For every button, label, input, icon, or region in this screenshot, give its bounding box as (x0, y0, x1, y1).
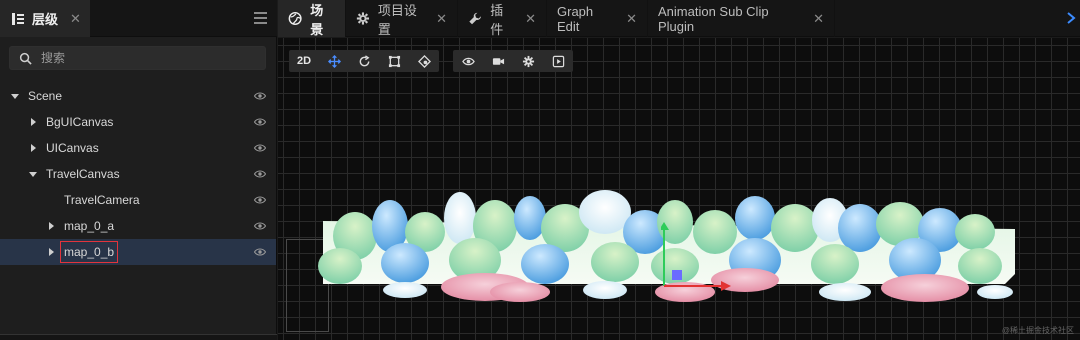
expand-arrow-right-icon[interactable] (28, 117, 38, 127)
search-input[interactable] (41, 51, 241, 65)
close-icon[interactable]: ✕ (525, 11, 536, 27)
tree-node-label: map_0_b (60, 241, 119, 263)
globe-icon (288, 11, 302, 26)
tree-node-scene[interactable]: Scene (0, 83, 276, 109)
tree-node-travelcamera[interactable]: TravelCamera (0, 187, 276, 213)
tree-node-label: BgUICanvas (46, 115, 114, 129)
tree-node-map-0-b[interactable]: map_0_b (0, 239, 276, 265)
tree-node-label: map_0_a (64, 219, 115, 233)
hierarchy-tabbar: 层级 ✕ (0, 0, 277, 37)
tab-hierarchy[interactable]: 层级 ✕ (0, 0, 90, 37)
rect-icon[interactable] (379, 50, 409, 72)
transform-toolbar: 2D (289, 50, 439, 72)
camera-icon[interactable] (483, 50, 513, 72)
tab-plugins[interactable]: 插件 ✕ (458, 0, 547, 37)
tree-node-label: UICanvas (46, 141, 99, 155)
close-icon[interactable]: ✕ (436, 11, 447, 27)
tree-node-uicanvas[interactable]: UICanvas (0, 135, 276, 161)
tree-node-bguicanvas[interactable]: BgUICanvas (0, 109, 276, 135)
tree-node-label: Scene (28, 89, 63, 103)
expand-arrow-right-icon[interactable] (46, 247, 56, 257)
gear-icon[interactable] (513, 50, 543, 72)
move-icon[interactable] (319, 50, 349, 72)
view-toolbar (453, 50, 573, 72)
menu-icon[interactable] (254, 12, 267, 24)
visibility-eye-icon[interactable] (254, 169, 266, 179)
watermark: @稀土掘金技术社区 (1001, 326, 1074, 335)
visibility-eye-icon[interactable] (254, 91, 266, 101)
expand-arrow-down-icon[interactable] (10, 91, 20, 101)
anchor-icon[interactable] (409, 50, 439, 72)
chevron-right-icon[interactable] (1066, 12, 1076, 24)
play-icon[interactable] (543, 50, 573, 72)
scene-viewport[interactable]: 2D @稀土掘金技术社区 (278, 38, 1080, 340)
tab-scene-label: 场景 (310, 2, 324, 37)
tree-node-label: TravelCamera (64, 193, 140, 207)
tab-graph-edit[interactable]: Graph Edit ✕ (547, 0, 648, 37)
close-icon[interactable]: ✕ (70, 11, 81, 27)
visibility-eye-icon[interactable] (254, 221, 266, 231)
hierarchy-icon (12, 12, 24, 25)
tab-graph-edit-label: Graph Edit (557, 3, 594, 34)
tab-animation-sub-clip[interactable]: Animation Sub Clip Plugin ✕ (648, 0, 835, 37)
main-tabbar: 场景 项目设置 ✕ 插件 ✕ Graph Edit ✕ Animation Su… (278, 0, 1080, 37)
hierarchy-footer (0, 334, 277, 340)
transform-gizmo[interactable] (661, 220, 741, 292)
wrench-icon (469, 12, 481, 25)
tab-project-settings-label: 项目设置 (377, 2, 417, 37)
2d-toggle-button[interactable]: 2D (289, 50, 319, 72)
tree-node-map-0-a[interactable]: map_0_a (0, 213, 276, 239)
hierarchy-search[interactable] (9, 46, 266, 70)
visibility-eye-icon[interactable] (254, 195, 266, 205)
eye-icon[interactable] (453, 50, 483, 72)
visibility-eye-icon[interactable] (254, 117, 266, 127)
tab-project-settings[interactable]: 项目设置 ✕ (346, 0, 458, 37)
expand-arrow-down-icon[interactable] (28, 169, 38, 179)
rotate-icon[interactable] (349, 50, 379, 72)
tab-plugins-label: 插件 (490, 2, 504, 37)
visibility-eye-icon[interactable] (254, 247, 266, 257)
hierarchy-panel: 层级 ✕ Scene BgUICanvas UICanvas TravelCanvas… (0, 0, 277, 340)
arrow-spacer (46, 195, 56, 205)
tab-hierarchy-label: 层级 (32, 12, 59, 27)
close-icon[interactable]: ✕ (626, 11, 637, 27)
tree-node-label: TravelCanvas (46, 167, 120, 181)
expand-arrow-right-icon[interactable] (28, 143, 38, 153)
tab-scene[interactable]: 场景 (278, 0, 346, 37)
expand-arrow-right-icon[interactable] (46, 221, 56, 231)
scene-panel: 场景 项目设置 ✕ 插件 ✕ Graph Edit ✕ Animation Su… (278, 0, 1080, 340)
search-icon (19, 52, 32, 65)
tree-node-travelcanvas[interactable]: TravelCanvas (0, 161, 276, 187)
visibility-eye-icon[interactable] (254, 143, 266, 153)
gear-icon (356, 12, 370, 25)
gizmo-center-handle[interactable] (672, 270, 682, 280)
tab-animation-sub-clip-label: Animation Sub Clip Plugin (658, 3, 769, 34)
close-icon[interactable]: ✕ (813, 11, 824, 27)
